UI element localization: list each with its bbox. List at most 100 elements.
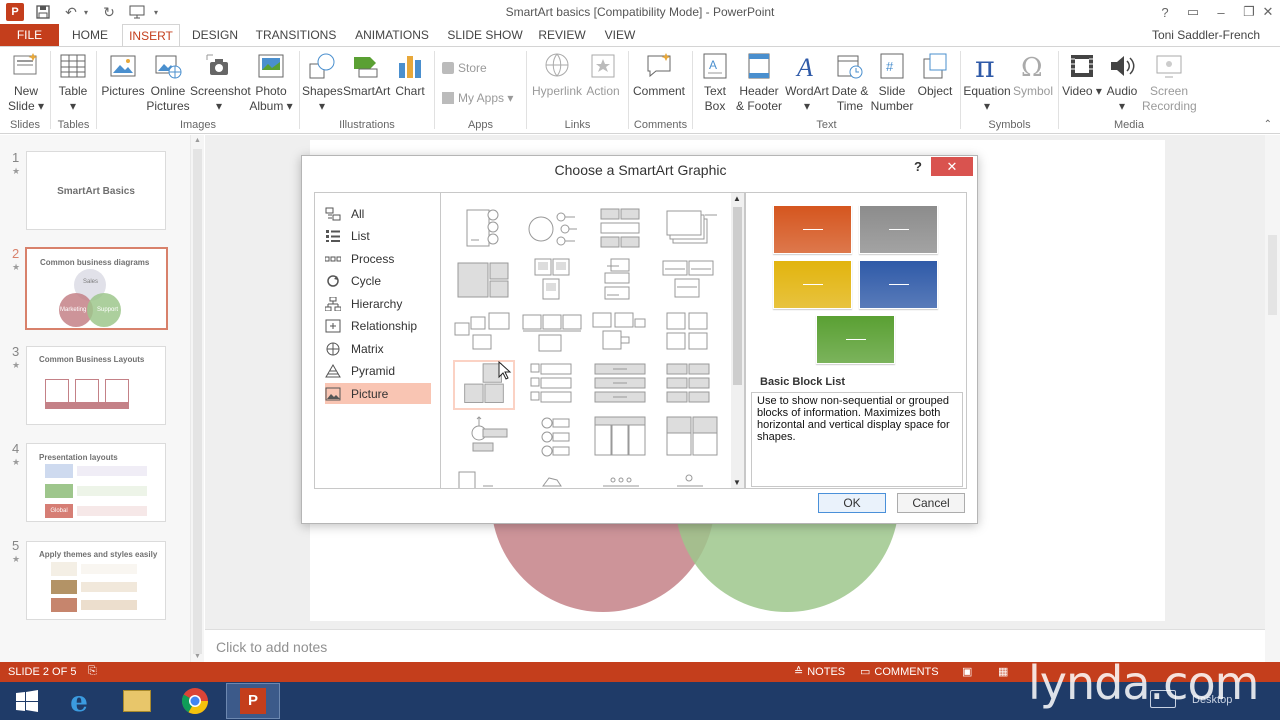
hyperlink-icon xyxy=(545,53,569,77)
layout-thumbnail[interactable] xyxy=(521,309,583,359)
layout-thumbnail[interactable] xyxy=(521,257,583,307)
close-window-icon[interactable]: ✕ xyxy=(1256,0,1280,24)
hyperlink-button[interactable]: Hyperlink xyxy=(531,51,583,99)
layout-thumbnail[interactable] xyxy=(589,360,651,410)
layout-thumbnail[interactable] xyxy=(453,466,515,489)
audio-button[interactable]: Audio ▾ xyxy=(1102,51,1142,114)
online-pictures-button[interactable]: Online Pictures xyxy=(146,51,190,114)
ribbon-display-options-icon[interactable]: ▭ xyxy=(1178,0,1208,24)
tab-insert[interactable]: INSERT xyxy=(122,24,180,47)
layout-thumbnail[interactable] xyxy=(589,257,651,307)
taskbar-internet-explorer[interactable]: e xyxy=(52,683,106,719)
taskbar-powerpoint[interactable]: P xyxy=(226,683,280,719)
category-matrix[interactable]: Matrix xyxy=(325,338,431,359)
layout-thumbnail[interactable] xyxy=(661,466,723,489)
layout-thumbnail[interactable] xyxy=(453,205,515,255)
table-button[interactable]: Table ▾ xyxy=(54,51,92,114)
screenshot-button[interactable]: Screenshot ▾ xyxy=(190,51,251,114)
equation-button[interactable]: π Equation ▾ xyxy=(962,51,1012,114)
notes-button[interactable]: ≙ NOTES xyxy=(794,665,845,679)
ok-button[interactable]: OK xyxy=(818,493,886,513)
tab-transitions[interactable]: TRANSITIONS xyxy=(252,24,340,46)
layout-thumbnail[interactable] xyxy=(521,360,583,410)
wordart-button[interactable]: A WordArt ▾ xyxy=(784,51,830,114)
category-hierarchy[interactable]: Hierarchy xyxy=(325,293,431,314)
layout-thumbnail[interactable] xyxy=(453,257,515,307)
collapse-ribbon-icon[interactable]: ⌃ xyxy=(1264,119,1272,130)
tab-home[interactable]: HOME xyxy=(66,24,114,46)
my-apps-button[interactable]: My Apps ▾ xyxy=(442,91,513,105)
taskbar-chrome[interactable] xyxy=(168,683,222,719)
cancel-button[interactable]: Cancel xyxy=(897,493,965,513)
layout-thumbnail[interactable] xyxy=(589,413,651,463)
object-button[interactable]: Object xyxy=(914,51,956,99)
layout-thumbnail[interactable] xyxy=(521,466,583,489)
photo-album-button[interactable]: Photo Album ▾ xyxy=(248,51,294,114)
taskbar-file-explorer[interactable] xyxy=(110,683,164,719)
minimize-icon[interactable]: – xyxy=(1206,0,1236,24)
group-label-slides: Slides xyxy=(10,119,40,131)
tab-design[interactable]: DESIGN xyxy=(188,24,242,46)
tab-slide-show[interactable]: SLIDE SHOW xyxy=(444,24,526,46)
user-account[interactable]: Toni Saddler-French xyxy=(1152,28,1260,42)
slide-number-button[interactable]: # Slide Number xyxy=(870,51,914,114)
gallery-scroll-down-icon[interactable]: ▼ xyxy=(733,478,741,487)
category-label: Matrix xyxy=(351,341,384,356)
header-footer-icon xyxy=(748,53,770,79)
category-relationship[interactable]: Relationship xyxy=(325,315,431,336)
category-cycle[interactable]: Cycle xyxy=(325,270,431,291)
tab-file[interactable]: FILE xyxy=(0,24,59,46)
new-slide-button[interactable]: New Slide ▾ xyxy=(6,51,46,114)
layout-thumbnail[interactable] xyxy=(521,413,583,463)
category-all[interactable]: All xyxy=(325,203,431,224)
gallery-scroll-up-icon[interactable]: ▲ xyxy=(733,194,741,203)
chart-button[interactable]: Chart xyxy=(390,51,430,99)
powerpoint-icon: P xyxy=(240,688,266,714)
preview-block-gray xyxy=(859,205,938,254)
smartart-button[interactable]: SmartArt xyxy=(343,51,390,99)
slide-sorter-icon[interactable]: ▦ xyxy=(998,665,1008,678)
start-button[interactable] xyxy=(0,683,54,719)
symbol-label: Symbol xyxy=(1012,84,1053,98)
screen-recording-button[interactable]: Screen Recording xyxy=(1142,51,1197,114)
layout-thumbnail[interactable] xyxy=(589,466,651,489)
dialog-help-icon[interactable]: ? xyxy=(914,159,922,174)
store-button[interactable]: Store xyxy=(442,61,487,75)
layout-thumbnail[interactable] xyxy=(589,205,651,255)
layout-thumbnail[interactable] xyxy=(521,205,583,255)
layout-thumbnail[interactable] xyxy=(661,413,723,463)
tab-animations[interactable]: ANIMATIONS xyxy=(348,24,436,46)
layout-thumbnail[interactable] xyxy=(661,257,723,307)
layout-thumbnail[interactable] xyxy=(453,309,515,359)
comment-button[interactable]: Comment xyxy=(630,51,688,99)
help-icon[interactable]: ? xyxy=(1150,0,1180,24)
shapes-label: Shapes ▾ xyxy=(302,84,343,113)
gallery-scroll-thumb[interactable] xyxy=(733,207,742,385)
date-time-button[interactable]: Date & Time xyxy=(830,51,870,114)
video-icon xyxy=(1071,55,1093,77)
gallery-scrollbar[interactable]: ▲ ▼ xyxy=(731,193,744,488)
category-list-item[interactable]: List xyxy=(325,225,431,246)
text-box-button[interactable]: A Text Box xyxy=(696,51,734,114)
action-button[interactable]: Action xyxy=(583,51,623,99)
comments-button[interactable]: ▭ COMMENTS xyxy=(860,665,939,679)
category-picture[interactable]: Picture xyxy=(325,383,431,404)
shapes-button[interactable]: Shapes ▾ xyxy=(302,51,343,114)
layout-thumbnail[interactable] xyxy=(589,309,651,359)
layout-thumbnail[interactable] xyxy=(453,413,515,463)
symbol-button[interactable]: Ω Symbol xyxy=(1012,51,1054,99)
normal-view-icon[interactable]: ▣ xyxy=(962,665,972,678)
dialog-close-button[interactable]: ✕ xyxy=(931,157,973,176)
layout-thumbnail[interactable] xyxy=(661,360,723,410)
pictures-button[interactable]: Pictures xyxy=(101,51,145,99)
tab-review[interactable]: REVIEW xyxy=(534,24,590,46)
header-footer-button[interactable]: Header & Footer xyxy=(734,51,784,114)
layout-thumbnail[interactable] xyxy=(661,309,723,359)
category-process[interactable]: Process xyxy=(325,248,431,269)
spelling-icon[interactable]: ⎘ xyxy=(88,665,97,678)
tab-view[interactable]: VIEW xyxy=(598,24,642,46)
group-separator xyxy=(434,51,435,129)
video-button[interactable]: Video ▾ xyxy=(1062,51,1102,99)
layout-thumbnail[interactable] xyxy=(661,205,723,255)
category-pyramid[interactable]: Pyramid xyxy=(325,360,431,381)
